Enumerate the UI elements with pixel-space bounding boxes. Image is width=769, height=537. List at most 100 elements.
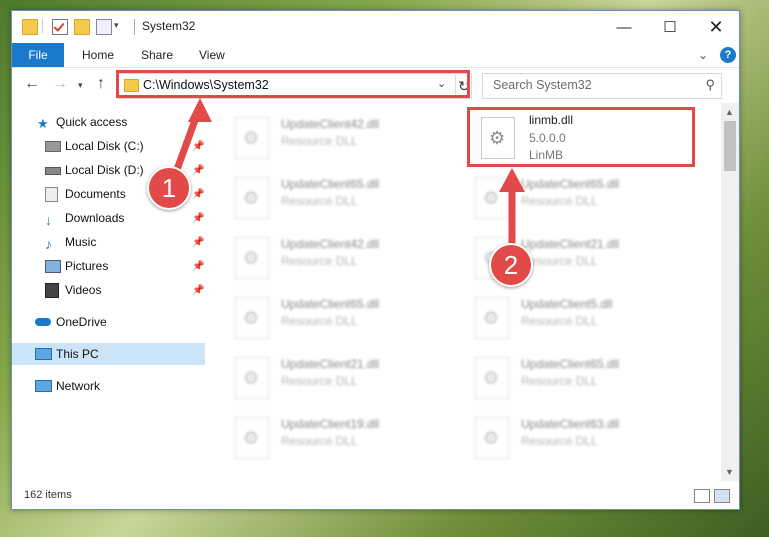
list-item[interactable]: UpdateClient63.dll Resource DLL: [459, 411, 689, 465]
forward-icon[interactable]: →: [52, 75, 68, 93]
music-icon: ♪: [45, 235, 52, 252]
back-icon[interactable]: ←: [24, 75, 40, 93]
properties-check-icon[interactable]: [52, 19, 68, 35]
close-icon[interactable]: ✕: [693, 11, 739, 43]
pin-icon[interactable]: 📌: [192, 285, 204, 296]
pin-icon[interactable]: 📌: [192, 189, 204, 200]
pin-icon[interactable]: 📌: [192, 141, 204, 152]
file-highlight: [467, 107, 695, 167]
list-item[interactable]: UpdateClient65.dll Resource DLL: [459, 171, 689, 225]
tab-home[interactable]: Home: [82, 48, 114, 62]
pin-icon[interactable]: 📌: [192, 165, 204, 176]
pin-icon[interactable]: 📌: [192, 261, 204, 272]
window-title: System32: [142, 19, 196, 33]
pin-icon[interactable]: 📌: [192, 213, 204, 224]
sidebar-item-this-pc[interactable]: This PC: [12, 343, 205, 365]
list-item[interactable]: UpdateClient21.dll Resource DLL: [219, 351, 449, 405]
file-name: UpdateClient65.dll: [281, 297, 380, 311]
dll-file-icon: [235, 237, 269, 279]
file-name: UpdateClient19.dll: [281, 417, 380, 431]
search-input[interactable]: [491, 77, 695, 93]
cloud-icon: [35, 318, 51, 326]
title-bar: ▾ System32 — ☐ ✕: [12, 11, 739, 43]
dll-file-icon: [235, 297, 269, 339]
sidebar-item-label: Local Disk (D:): [65, 163, 144, 177]
tab-view[interactable]: View: [199, 48, 225, 62]
sidebar-item-onedrive[interactable]: OneDrive: [12, 311, 205, 333]
sidebar-item-label: Network: [56, 379, 101, 393]
dll-file-icon: [475, 297, 509, 339]
file-type: Resource DLL: [281, 374, 358, 388]
list-item[interactable]: UpdateClient65.dll Resource DLL: [219, 291, 449, 345]
item-count: 162 items: [24, 489, 72, 501]
sidebar-item-music[interactable]: ♪ Music 📌: [12, 231, 205, 253]
list-item[interactable]: UpdateClient65.dll Resource DLL: [459, 351, 689, 405]
sidebar-item-pictures[interactable]: Pictures 📌: [12, 255, 205, 277]
file-name: UpdateClient42.dll: [281, 237, 380, 251]
recent-dropdown-icon[interactable]: ▾: [78, 80, 83, 91]
list-item[interactable]: UpdateClient65.dll Resource DLL: [219, 171, 449, 225]
file-type: Resource DLL: [281, 314, 358, 328]
maximize-icon[interactable]: ☐: [647, 11, 693, 43]
dll-file-icon: [475, 417, 509, 459]
status-bar: 162 items: [12, 481, 739, 509]
file-name: UpdateClient65.dll: [521, 177, 620, 191]
minimize-icon[interactable]: —: [601, 11, 647, 43]
new-folder-icon[interactable]: [74, 19, 90, 35]
sidebar-item-downloads[interactable]: ↓ Downloads 📌: [12, 207, 205, 229]
file-type: Resource DLL: [281, 134, 358, 148]
scroll-down-icon[interactable]: ▼: [725, 467, 734, 477]
sidebar-item-label: Music: [65, 235, 97, 249]
scrollbar-thumb[interactable]: [724, 121, 736, 171]
help-icon[interactable]: ?: [720, 47, 736, 63]
drive-icon: [45, 167, 61, 175]
file-name: UpdateClient63.dll: [521, 417, 620, 431]
expand-ribbon-icon[interactable]: ⌄: [698, 48, 708, 62]
sidebar-item-quick-access[interactable]: ★ Quick access: [12, 111, 205, 133]
search-box[interactable]: ⚲: [482, 73, 722, 99]
tab-file[interactable]: File: [12, 43, 64, 67]
up-icon[interactable]: ↑: [97, 75, 105, 93]
file-type: Resource DLL: [281, 254, 358, 268]
dll-file-icon: [235, 357, 269, 399]
sidebar-item-network[interactable]: Network: [12, 375, 205, 397]
list-item[interactable]: UpdateClient5.dll Resource DLL: [459, 291, 689, 345]
address-bar-highlight: [116, 70, 470, 98]
folder-icon[interactable]: [22, 19, 38, 35]
list-item[interactable]: UpdateClient42.dll Resource DLL: [219, 231, 449, 285]
file-type: Resource DLL: [521, 314, 598, 328]
sidebar-item-label: Videos: [65, 283, 102, 297]
file-type: Resource DLL: [281, 194, 358, 208]
sidebar-item-local-disk-c[interactable]: Local Disk (C:) 📌: [12, 135, 205, 157]
pictures-icon: [45, 260, 61, 273]
scroll-up-icon[interactable]: ▲: [725, 107, 734, 117]
file-name: UpdateClient65.dll: [521, 357, 620, 371]
download-icon: ↓: [45, 211, 52, 228]
navigation-pane: ★ Quick access Local Disk (C:) 📌 Local D…: [12, 103, 205, 481]
dll-file-icon: [235, 177, 269, 219]
sidebar-item-label: Pictures: [65, 259, 109, 273]
dll-file-icon: [475, 357, 509, 399]
sidebar-item-videos[interactable]: Videos 📌: [12, 279, 205, 301]
vertical-scrollbar[interactable]: ▲ ▼: [721, 103, 739, 481]
drive-icon: [45, 141, 61, 152]
divider: [134, 19, 135, 35]
documents-icon: [45, 187, 58, 202]
details-view-icon[interactable]: [694, 489, 710, 503]
list-item[interactable]: UpdateClient42.dll Resource DLL: [219, 111, 449, 165]
sidebar-item-label: This PC: [56, 347, 99, 361]
view-icon[interactable]: [96, 19, 112, 35]
file-name: UpdateClient21.dll: [521, 237, 620, 251]
sidebar-item-label: Local Disk (C:): [65, 139, 144, 153]
list-item[interactable]: UpdateClient19.dll Resource DLL: [219, 411, 449, 465]
computer-icon: [35, 348, 52, 360]
file-name: UpdateClient5.dll: [521, 297, 613, 311]
tab-share[interactable]: Share: [141, 48, 173, 62]
network-icon: [35, 380, 52, 392]
pin-icon[interactable]: 📌: [192, 237, 204, 248]
large-icons-view-icon[interactable]: [714, 489, 730, 503]
callout-2: 2: [489, 243, 533, 287]
file-name: UpdateClient65.dll: [281, 177, 380, 191]
sidebar-item-label: Quick access: [56, 115, 128, 129]
customize-dropdown-icon[interactable]: ▾: [114, 20, 128, 34]
